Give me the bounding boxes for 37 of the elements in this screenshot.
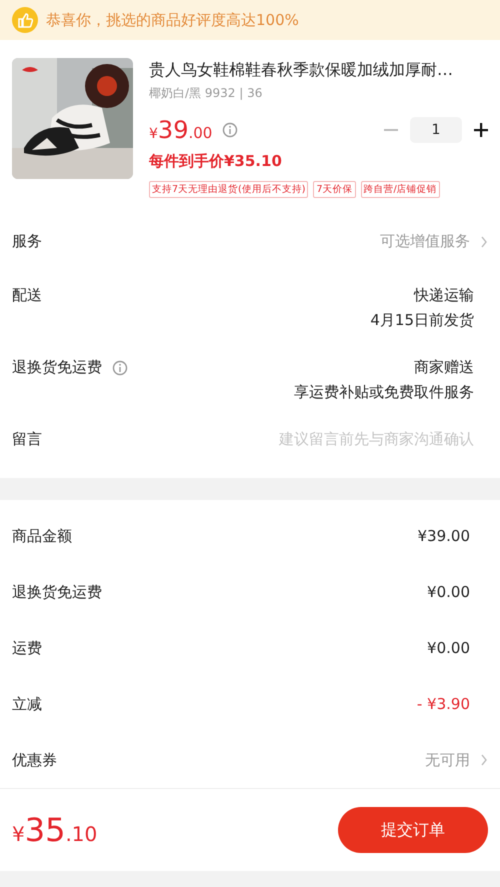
option-label: 退换货免运费 <box>12 358 102 377</box>
option-value: 商家赠送 <box>414 358 474 377</box>
option-label: 服务 <box>12 232 42 251</box>
plus-icon[interactable] <box>474 123 488 137</box>
service-tag: 7天价保 <box>313 181 356 198</box>
product-spec: 椰奶白/黑 9932 | 36 <box>149 85 264 102</box>
summary-value: - ¥3.90 <box>416 695 470 713</box>
chevron-right-icon[interactable] <box>480 753 488 767</box>
summary-label: 退换货免运费 <box>12 582 102 602</box>
summary-label: 商品金额 <box>12 526 72 546</box>
option-value: 快递运输 <box>414 286 474 305</box>
product-title[interactable]: 贵人鸟女鞋棉鞋春秋季款保暖加绒加厚耐… <box>149 60 488 81</box>
summary-label: 运费 <box>12 638 42 658</box>
info-icon[interactable] <box>222 122 238 138</box>
final-price: 每件到手价¥35.10 <box>149 152 283 171</box>
summary-value[interactable]: 无可用 <box>425 750 470 770</box>
option-label: 留言 <box>12 430 42 449</box>
option-value: 享运费补贴或免费取件服务 <box>294 383 474 402</box>
summary-value: ¥39.00 <box>418 527 470 545</box>
banner-text: 恭喜你，挑选的商品好评度高达100% <box>46 10 299 30</box>
quantity-field[interactable]: 1 <box>410 117 462 143</box>
submit-order-button[interactable]: 提交订单 <box>338 807 488 853</box>
chevron-right-icon[interactable] <box>480 234 488 248</box>
thumbs-up-icon <box>12 7 38 33</box>
message-field[interactable]: 建议留言前先与商家沟通确认 <box>214 430 488 448</box>
service-tag: 支持7天无理由退货(使用后不支持) <box>149 181 308 198</box>
product-price: ¥39.00 <box>149 116 212 144</box>
option-value: 4月15日前发货 <box>370 311 474 330</box>
summary-label: 立减 <box>12 694 42 714</box>
summary-value: ¥0.00 <box>427 583 470 601</box>
summary-label: 优惠券 <box>12 750 57 770</box>
service-tag: 跨自营/店铺促销 <box>360 181 440 198</box>
info-icon[interactable] <box>112 360 128 376</box>
total-price: ¥35.10 <box>12 811 98 849</box>
option-label: 配送 <box>12 286 42 305</box>
option-value[interactable]: 可选增值服务 <box>380 232 470 251</box>
summary-value: ¥0.00 <box>427 639 470 657</box>
